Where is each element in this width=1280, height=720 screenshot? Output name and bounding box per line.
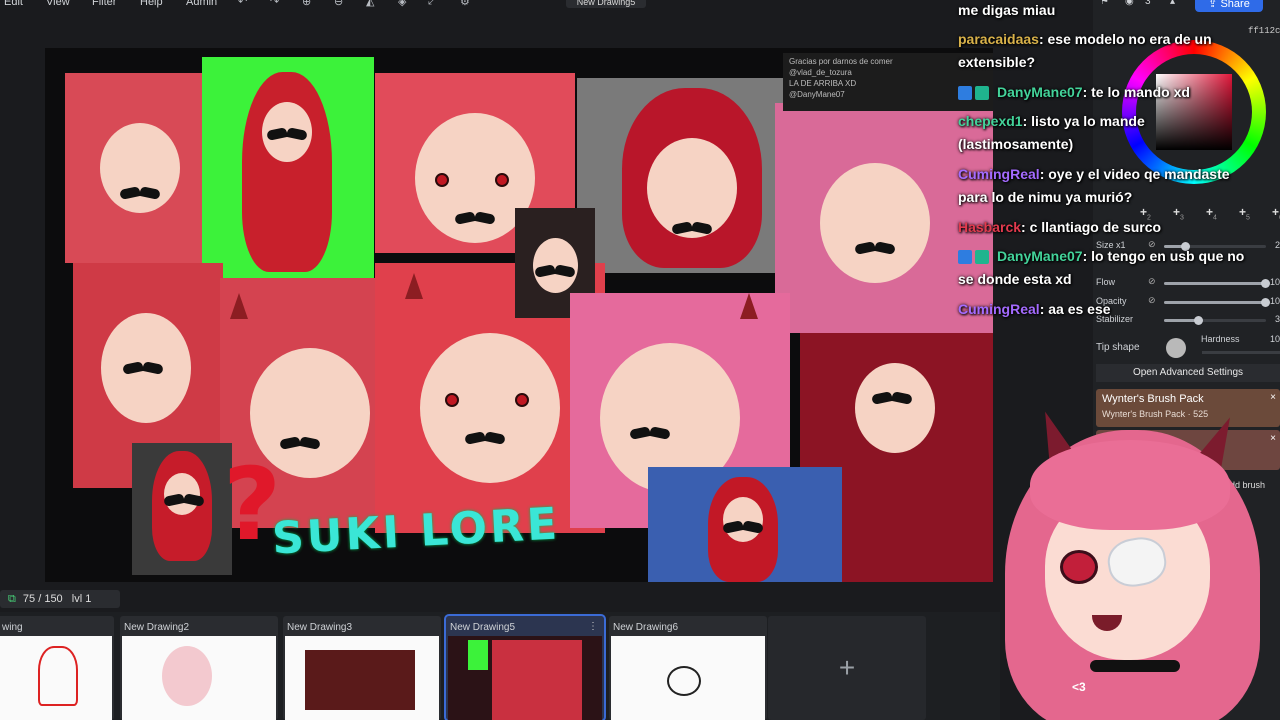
- hardness-label: Hardness: [1201, 334, 1240, 344]
- artwork-panel: [648, 467, 842, 582]
- artwork-panel: [132, 443, 232, 575]
- thumbnail-preview: [285, 636, 439, 720]
- more-icon[interactable]: ⋮: [588, 621, 598, 632]
- menu-edit[interactable]: Edit: [4, 0, 23, 8]
- chat-username: CumingReal: [958, 166, 1040, 182]
- thumbnail-label: New Drawing2: [124, 622, 190, 633]
- chat-username: Hasbarck: [958, 219, 1022, 235]
- undo-icon[interactable]: ↶: [238, 0, 247, 8]
- app-root: Edit View Filter Help Admin ↶ ↷ ⊕ ⊖ ◭ ◈ …: [0, 0, 1280, 720]
- artwork-panel: [65, 73, 215, 263]
- chat-badges-icon: [958, 250, 994, 265]
- thumbnail-drawing[interactable]: New Drawing2: [120, 616, 278, 720]
- chat-message: me digas miau: [958, 2, 1056, 18]
- eye-icon: [1060, 550, 1098, 584]
- thumbnail-preview: [448, 636, 602, 720]
- vtuber-avatar: <3: [990, 406, 1280, 720]
- hardness-slider[interactable]: [1202, 351, 1280, 354]
- layers-icon: ⧉: [8, 593, 16, 605]
- drawing-strip: wing New Drawing2 New Drawing3 New Drawi…: [0, 612, 1000, 720]
- transform-icon[interactable]: ⤢: [428, 0, 437, 8]
- brush-pack-title: Wynter's Brush Pack: [1102, 393, 1204, 405]
- menu-admin[interactable]: Admin: [186, 0, 217, 8]
- fill-icon[interactable]: ◈: [398, 0, 406, 8]
- zoom-in-icon[interactable]: ⊕: [302, 0, 311, 8]
- chat-badges-icon: [958, 86, 994, 101]
- tip-shape-preview[interactable]: [1166, 338, 1186, 358]
- thumbnail-preview: [0, 636, 112, 720]
- chat-username: CumingReal: [958, 301, 1040, 317]
- thumbnail-preview: [611, 636, 765, 720]
- thumbnail-drawing[interactable]: New Drawing3: [283, 616, 441, 720]
- thumbnail-label: New Drawing6: [613, 622, 679, 633]
- menu-bar: Edit View Filter Help Admin ↶ ↷ ⊕ ⊖ ◭ ◈ …: [0, 0, 1000, 12]
- chat-username: chepexd1: [958, 113, 1023, 129]
- thumbnail-label: wing: [2, 622, 23, 633]
- add-drawing-button[interactable]: +: [768, 616, 926, 720]
- chat-username: DanyMane07: [997, 248, 1083, 264]
- thumbnail-label: New Drawing5: [450, 622, 516, 633]
- chat-message: DanyMane07: lo tengo en usb que no se do…: [958, 248, 1245, 287]
- advanced-settings-button[interactable]: Open Advanced Settings: [1096, 364, 1280, 382]
- chat-message: DanyMane07: te lo mando xd: [958, 81, 1258, 104]
- redo-icon[interactable]: ↷: [270, 0, 279, 8]
- settings-icon[interactable]: ⚙: [460, 0, 470, 8]
- artwork-panel: [577, 78, 802, 273]
- chat-message: Hasbarck: c llantiago de surco: [958, 219, 1162, 235]
- thumbnail-drawing[interactable]: wing: [0, 616, 114, 720]
- tip-shape-label: Tip shape: [1096, 342, 1140, 353]
- heart-text: <3: [1072, 680, 1086, 694]
- thumbnail-drawing-active[interactable]: New Drawing5 ⋮: [444, 614, 606, 720]
- thumbnail-drawing[interactable]: New Drawing6: [609, 616, 767, 720]
- zoom-indicator[interactable]: ⧉ 75 / 150 lvl 1: [0, 590, 120, 608]
- close-icon[interactable]: ×: [1270, 392, 1276, 403]
- menu-filter[interactable]: Filter: [92, 0, 116, 8]
- menu-help[interactable]: Help: [140, 0, 163, 8]
- chat-username: DanyMane07: [997, 84, 1083, 100]
- flip-icon[interactable]: ◭: [366, 0, 374, 8]
- hardness-value: 10: [1269, 334, 1280, 344]
- drawing-canvas[interactable]: Gracias por darnos de comer @vlad_de_toz…: [45, 48, 993, 582]
- thumbnail-label: New Drawing3: [287, 622, 353, 633]
- chat-message: CumingReal: oye y el video qe mandaste p…: [958, 166, 1230, 205]
- document-title: New Drawing5: [566, 0, 646, 8]
- chat-message: CumingReal: aa es ese: [958, 301, 1111, 317]
- layer-level: lvl 1: [71, 593, 92, 605]
- zoom-out-icon[interactable]: ⊖: [334, 0, 343, 8]
- green-screen-panel: [202, 57, 374, 295]
- chat-message: chepexd1: listo ya lo mande (lastimosame…: [958, 113, 1145, 152]
- chat-username: paracaidaas: [958, 31, 1039, 47]
- chat-message: paracaidaas: ese modelo no era de un ext…: [958, 31, 1212, 70]
- menu-view[interactable]: View: [46, 0, 70, 8]
- thumbnail-preview: [122, 636, 276, 720]
- zoom-level: 75 / 150: [22, 593, 63, 605]
- preset-button[interactable]: +6: [1272, 205, 1280, 221]
- tip-shape-row: Tip shape Hardness 10: [1096, 334, 1280, 360]
